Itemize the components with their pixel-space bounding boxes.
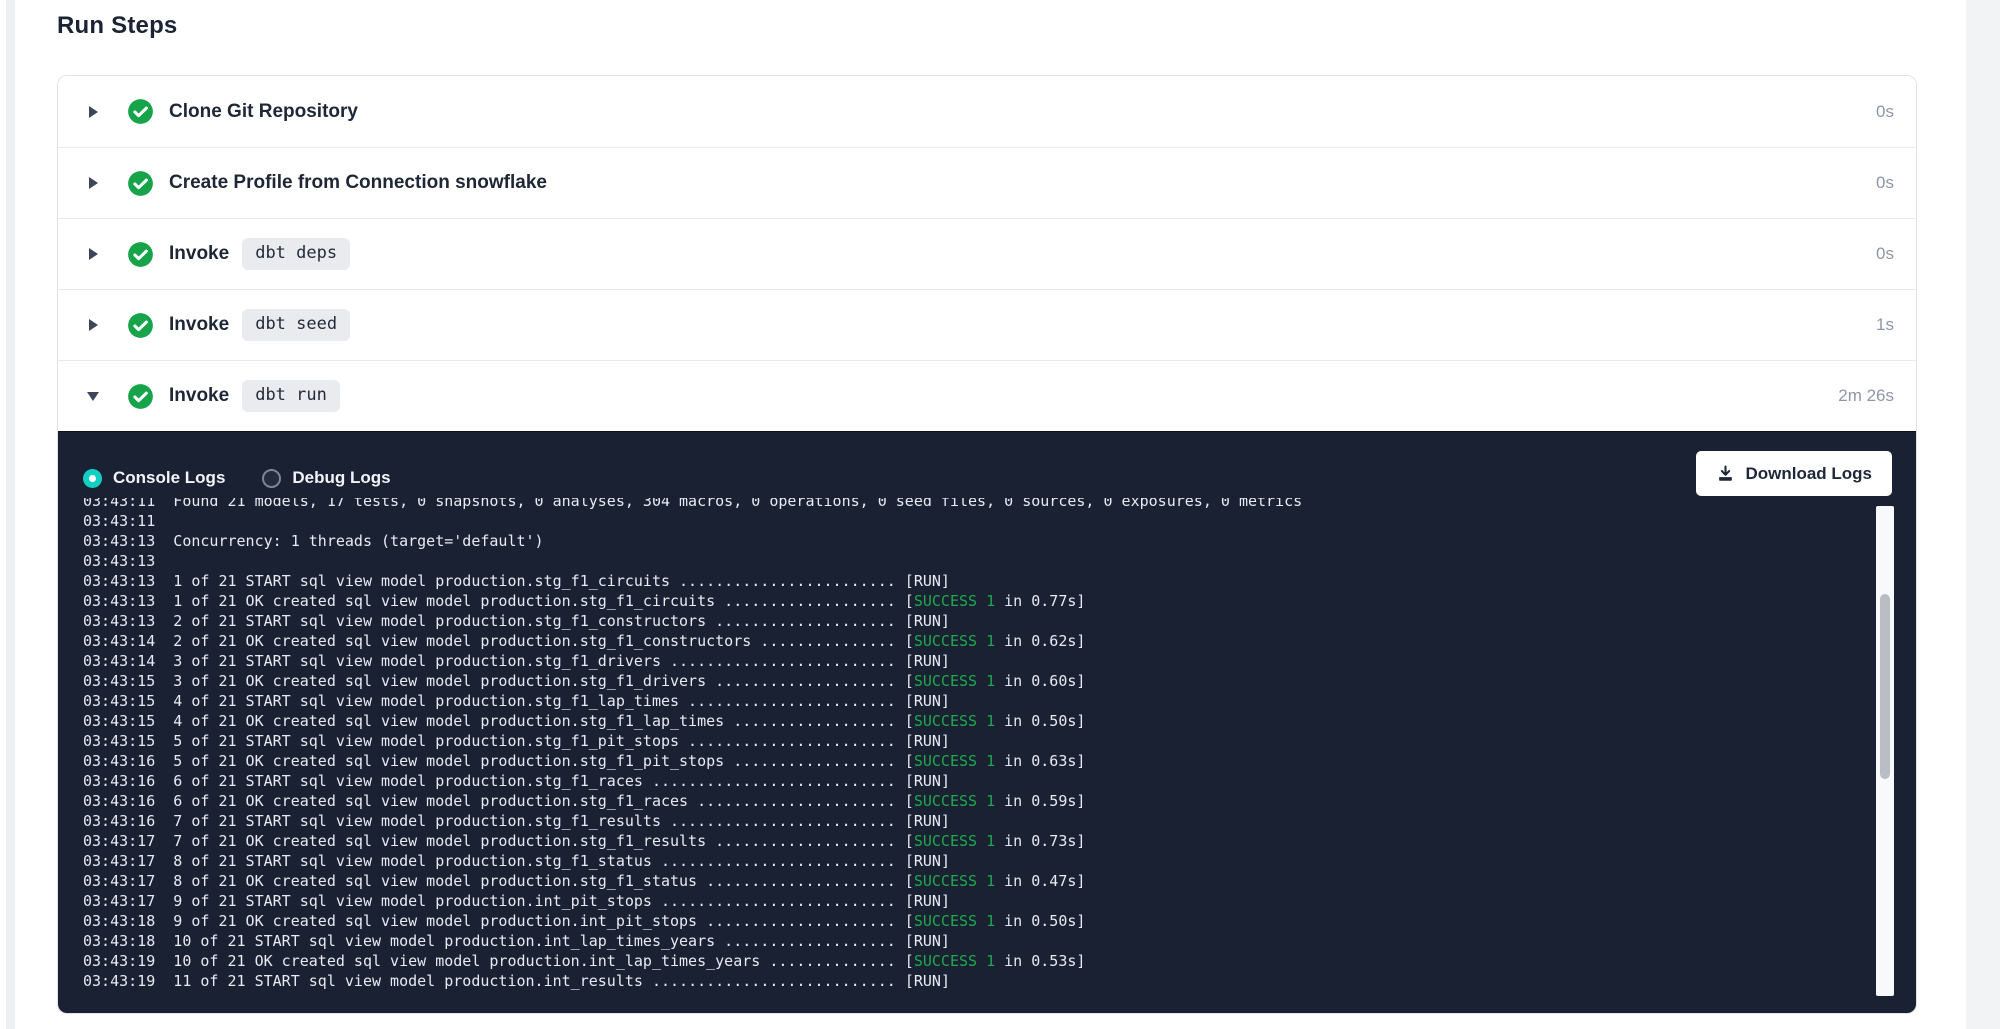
step-label: Create Profile from Connection snowflake [169, 172, 547, 194]
step-duration: 0s [1876, 244, 1894, 264]
step-command-pill: dbt deps [242, 238, 350, 270]
step-row[interactable]: Invoke dbt deps 0s [58, 218, 1916, 289]
expand-chevron-icon[interactable] [86, 104, 102, 120]
radio-debug-logs[interactable]: Debug Logs [262, 468, 390, 488]
success-check-icon [127, 312, 154, 339]
log-line: 03:43:18 10 of 21 START sql view model p… [83, 931, 1816, 951]
console-logs-panel: Console Logs Debug Logs Download Logs 03… [58, 431, 1916, 1013]
page-left-gutter [6, 0, 15, 1029]
download-logs-label: Download Logs [1745, 464, 1872, 484]
log-line: 03:43:17 8 of 21 START sql view model pr… [83, 851, 1816, 871]
log-scrollbar[interactable] [1876, 506, 1894, 996]
step-label: Invoke [169, 314, 229, 336]
log-line: 03:43:19 10 of 21 OK created sql view mo… [83, 951, 1816, 971]
log-line: 03:43:15 5 of 21 START sql view model pr… [83, 731, 1816, 751]
run-steps-card: Clone Git Repository 0s Create Profile f… [57, 75, 1917, 1014]
log-line: 03:43:16 6 of 21 OK created sql view mod… [83, 791, 1816, 811]
success-check-icon [127, 241, 154, 268]
radio-selected-icon[interactable] [83, 469, 102, 488]
expand-chevron-icon[interactable] [86, 388, 102, 404]
log-line: 03:43:11 [83, 511, 1816, 531]
log-line: 03:43:16 6 of 21 START sql view model pr… [83, 771, 1816, 791]
step-row[interactable]: Clone Git Repository 0s [58, 76, 1916, 147]
log-line: 03:43:19 11 of 21 START sql view model p… [83, 971, 1816, 991]
log-line: 03:43:15 4 of 21 START sql view model pr… [83, 691, 1816, 711]
expand-chevron-icon[interactable] [86, 246, 102, 262]
log-output: 03:43:11 Found 21 models, 17 tests, 0 sn… [83, 498, 1816, 999]
page-title: Run Steps [57, 12, 177, 40]
steps-list: Clone Git Repository 0s Create Profile f… [58, 76, 1916, 431]
log-line: 03:43:14 2 of 21 OK created sql view mod… [83, 631, 1816, 651]
step-label: Invoke [169, 385, 229, 407]
step-duration: 2m 26s [1838, 386, 1894, 406]
step-command-pill: dbt run [242, 380, 340, 412]
step-command-pill: dbt seed [242, 309, 350, 341]
success-check-icon [127, 98, 154, 125]
expand-chevron-icon[interactable] [86, 317, 102, 333]
radio-console-logs[interactable]: Console Logs [83, 468, 225, 488]
log-line: 03:43:17 8 of 21 OK created sql view mod… [83, 871, 1816, 891]
download-icon [1716, 464, 1735, 483]
page-scrollbar-gutter[interactable] [1966, 0, 2000, 1029]
log-line: 03:43:16 7 of 21 START sql view model pr… [83, 811, 1816, 831]
radio-unselected-icon[interactable] [262, 469, 281, 488]
log-line: 03:43:13 1 of 21 START sql view model pr… [83, 571, 1816, 591]
success-check-icon [127, 383, 154, 410]
step-duration: 0s [1876, 173, 1894, 193]
log-line: 03:43:13 1 of 21 OK created sql view mod… [83, 591, 1816, 611]
step-label: Clone Git Repository [169, 101, 358, 123]
expand-chevron-icon[interactable] [86, 175, 102, 191]
log-line: 03:43:13 2 of 21 START sql view model pr… [83, 611, 1816, 631]
log-line: 03:43:16 5 of 21 OK created sql view mod… [83, 751, 1816, 771]
log-tabs: Console Logs Debug Logs [83, 465, 391, 491]
log-line: 03:43:14 3 of 21 START sql view model pr… [83, 651, 1816, 671]
radio-debug-logs-label: Debug Logs [292, 468, 390, 488]
log-line: 03:43:15 4 of 21 OK created sql view mod… [83, 711, 1816, 731]
step-row[interactable]: Invoke dbt seed 1s [58, 289, 1916, 360]
radio-console-logs-label: Console Logs [113, 468, 225, 488]
step-row[interactable]: Create Profile from Connection snowflake… [58, 147, 1916, 218]
log-line: 03:43:15 3 of 21 OK created sql view mod… [83, 671, 1816, 691]
log-line: 03:43:13 [83, 551, 1816, 571]
log-line: 03:43:18 9 of 21 OK created sql view mod… [83, 911, 1816, 931]
log-line: 03:43:13 Concurrency: 1 threads (target=… [83, 531, 1816, 551]
step-duration: 0s [1876, 102, 1894, 122]
log-scrollbar-thumb[interactable] [1880, 594, 1890, 779]
step-label: Invoke [169, 243, 229, 265]
step-row[interactable]: Invoke dbt run 2m 26s [58, 360, 1916, 431]
step-duration: 1s [1876, 315, 1894, 335]
log-line: 03:43:17 7 of 21 OK created sql view mod… [83, 831, 1816, 851]
log-line: 03:43:11 Found 21 models, 17 tests, 0 sn… [83, 498, 1816, 511]
success-check-icon [127, 170, 154, 197]
download-logs-button[interactable]: Download Logs [1696, 451, 1892, 496]
log-line: 03:43:17 9 of 21 START sql view model pr… [83, 891, 1816, 911]
